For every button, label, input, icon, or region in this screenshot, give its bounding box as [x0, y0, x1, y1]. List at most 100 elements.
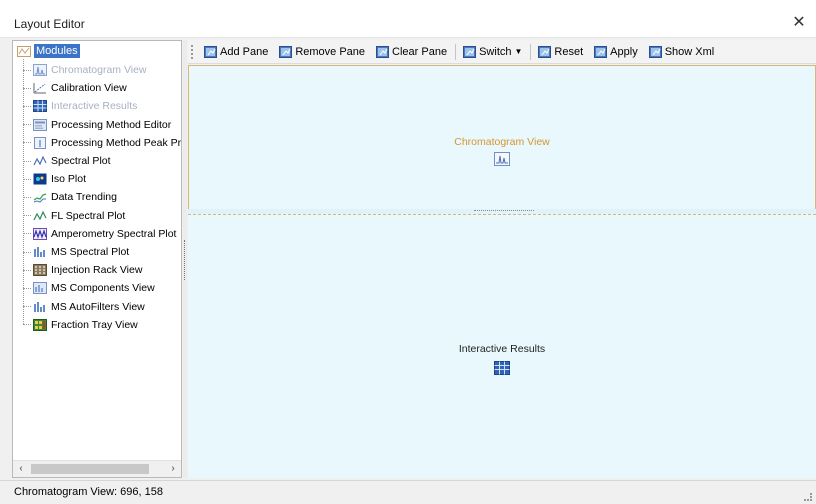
- tree-item-label: Processing Method Peak Prop: [51, 136, 182, 149]
- chromatogram-icon: [33, 64, 47, 76]
- tree-branch-line: [23, 142, 31, 144]
- fraction-tray-icon: [33, 318, 47, 331]
- remove-pane-label: Remove Pane: [295, 45, 366, 58]
- tree-item-label: Spectral Plot: [51, 155, 111, 167]
- resize-grip[interactable]: [804, 493, 812, 501]
- modules-icon: [17, 46, 31, 57]
- peak-prop-icon: [34, 136, 46, 149]
- tree-item-label: Interactive Results: [51, 100, 138, 113]
- chromatogram-pane[interactable]: Chromatogram View: [188, 65, 816, 209]
- tree-item[interactable]: FL Spectral Plot: [23, 207, 125, 225]
- layout-editor-window: Layout Editor ✕ Modules Chromatogram Vie…: [0, 0, 816, 504]
- bottom-pane-title: Interactive Results: [458, 343, 546, 355]
- apply-icon: [594, 45, 608, 58]
- remove-pane-button[interactable]: Remove Pane: [276, 43, 368, 61]
- tree-item-label: Data Trending: [51, 191, 117, 204]
- tree-item-label: Iso Plot: [51, 173, 87, 186]
- show-xml-label: Show Xml: [664, 45, 715, 58]
- tree-branch-line: [23, 233, 31, 235]
- tree-item-label: Amperometry Spectral Plot: [51, 227, 177, 240]
- apply-label: Apply: [610, 45, 638, 58]
- tree-item[interactable]: Fraction Tray View: [23, 316, 138, 334]
- status-text: Chromatogram View: 696, 158: [14, 486, 163, 498]
- iso-plot-icon: [33, 173, 47, 185]
- splitter-grip[interactable]: [184, 240, 186, 280]
- tree-item-label: Calibration View: [51, 82, 127, 95]
- tree-branch-line: [23, 160, 31, 162]
- tree-item[interactable]: Iso Plot: [23, 170, 86, 188]
- tree-branch-line: [23, 251, 31, 253]
- calibration-icon: [33, 83, 46, 94]
- reset-icon: [538, 45, 552, 58]
- ms-spectral-icon: [34, 247, 45, 257]
- tree-item[interactable]: MS AutoFilters View: [23, 298, 145, 316]
- clear-pane-icon: [376, 45, 390, 58]
- top-pane-title: Chromatogram View: [454, 136, 550, 148]
- add-pane-button[interactable]: Add Pane: [201, 43, 271, 61]
- tree-branch-line: [23, 69, 31, 71]
- clear-pane-button[interactable]: Clear Pane: [373, 43, 450, 61]
- tree-item-label: FL Spectral Plot: [51, 209, 126, 222]
- tree-item[interactable]: Calibration View: [23, 79, 127, 97]
- show-xml-button[interactable]: Show Xml: [646, 43, 718, 61]
- scroll-right-button[interactable]: ›: [165, 461, 181, 477]
- fl-spectral-icon: [33, 210, 47, 220]
- status-bar: Chromatogram View: 696, 158: [0, 480, 816, 504]
- interactive-results-pane[interactable]: Interactive Results: [188, 214, 816, 478]
- scroll-left-button[interactable]: ‹: [13, 461, 29, 477]
- tree-branch-line: [23, 324, 31, 326]
- tree-branch-line: [23, 124, 31, 126]
- tree-branch-line: [23, 287, 31, 289]
- table-icon: [33, 100, 47, 113]
- title-bar: Layout Editor ✕: [0, 0, 816, 38]
- data-trending-icon: [33, 193, 47, 203]
- tree-item[interactable]: Processing Method Peak Prop: [23, 134, 182, 152]
- switch-dropdown-button[interactable]: Switch ▼: [460, 43, 525, 61]
- add-pane-label: Add Pane: [220, 45, 269, 58]
- tree-item[interactable]: Amperometry Spectral Plot: [23, 225, 176, 243]
- toolbar-grip[interactable]: [191, 44, 195, 59]
- horizontal-splitter-grip[interactable]: [474, 210, 534, 213]
- vertical-splitter[interactable]: [183, 40, 187, 478]
- pane-toolbar: Add Pane Remove Pane Clear Pane Switch ▼…: [188, 40, 816, 64]
- tree-item-label: MS Spectral Plot: [51, 246, 130, 258]
- chromatogram-icon: [494, 152, 510, 166]
- tree-item[interactable]: Chromatogram View: [23, 61, 147, 79]
- tree-branch-line: [23, 105, 31, 107]
- modules-tree[interactable]: Modules Chromatogram View Calibration Vie…: [12, 40, 182, 478]
- tree-branch-line: [23, 196, 31, 198]
- tree-item[interactable]: Interactive Results: [23, 97, 137, 115]
- method-editor-icon: [33, 118, 47, 131]
- reset-label: Reset: [554, 45, 584, 58]
- ms-components-icon: [33, 282, 47, 295]
- tree-horizontal-scrollbar[interactable]: ‹ ›: [13, 460, 181, 477]
- tree-item[interactable]: Injection Rack View: [23, 261, 142, 279]
- switch-label: Switch: [479, 45, 512, 58]
- tree-item[interactable]: Data Trending: [23, 188, 117, 206]
- tree-item-label: Chromatogram View: [51, 64, 147, 76]
- chevron-down-icon: ▼: [514, 47, 523, 56]
- scrollbar-thumb[interactable]: [31, 464, 149, 474]
- tree-item-label: MS AutoFilters View: [51, 300, 145, 313]
- apply-button[interactable]: Apply: [591, 43, 641, 61]
- tree-branch-line: [23, 87, 31, 89]
- toolbar-separator: [530, 43, 532, 60]
- reset-button[interactable]: Reset: [535, 43, 586, 61]
- tree-item-label: Injection Rack View: [51, 264, 143, 277]
- tree-item[interactable]: MS Components View: [23, 279, 155, 297]
- switch-icon: [463, 45, 477, 58]
- spectral-plot-icon: [33, 155, 47, 166]
- close-button[interactable]: ✕: [788, 12, 810, 34]
- tree-branch-line: [23, 306, 31, 308]
- tree-item[interactable]: MS Spectral Plot: [23, 243, 129, 261]
- tree-branch-line: [23, 215, 31, 217]
- tree-branch-line: [23, 178, 31, 180]
- ms-autofilters-icon: [34, 301, 45, 312]
- tree-root-modules[interactable]: Modules: [17, 43, 80, 59]
- table-icon: [494, 361, 510, 375]
- toolbar-separator: [455, 43, 457, 60]
- tree-item[interactable]: Processing Method Editor: [23, 116, 171, 134]
- tree-root-label: Modules: [34, 44, 80, 58]
- tree-item[interactable]: Spectral Plot: [23, 152, 111, 170]
- show-xml-icon: [648, 45, 662, 58]
